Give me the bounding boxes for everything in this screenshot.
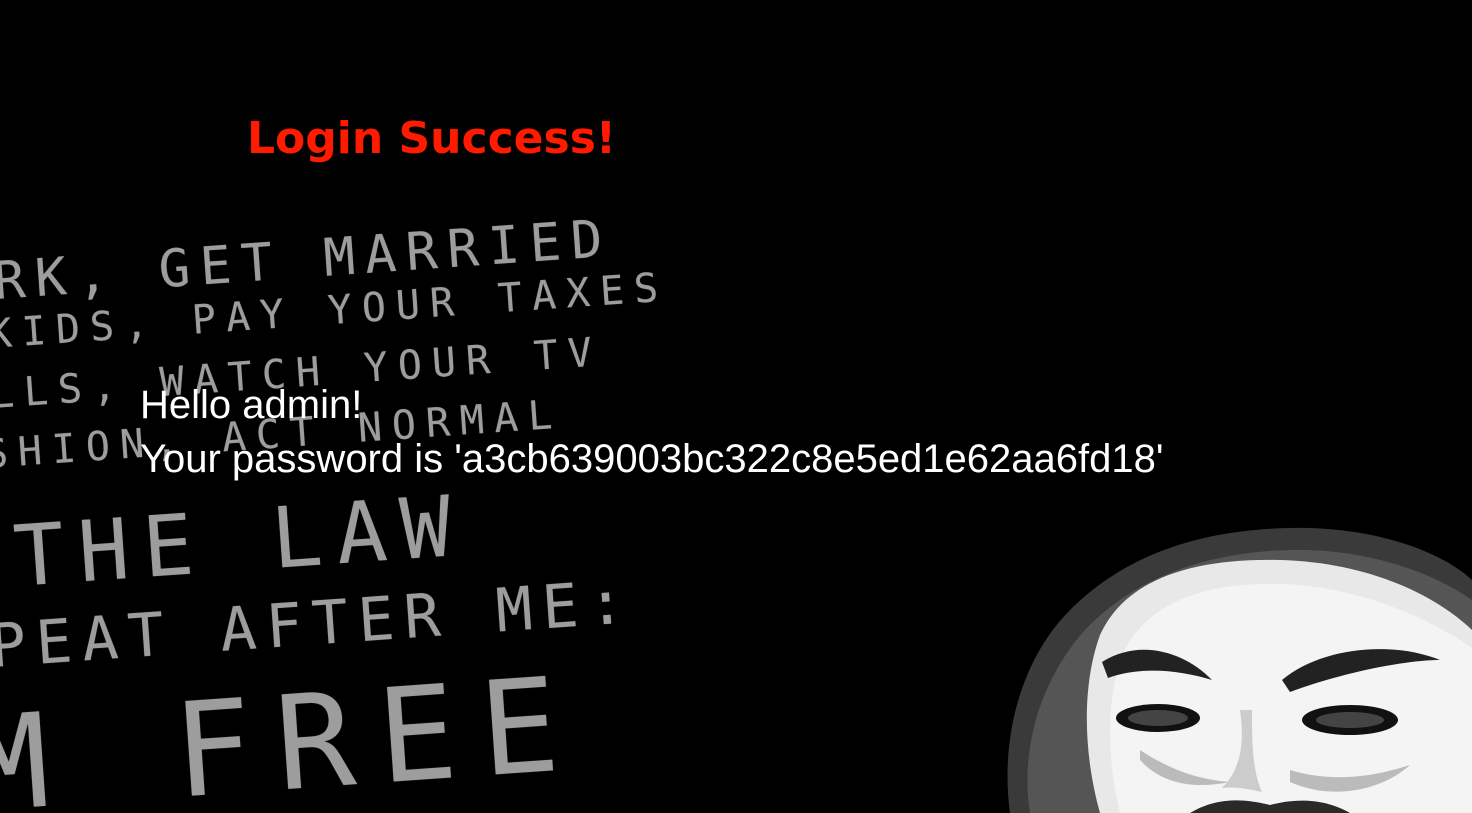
login-success-page: RK, GET MARRIED KIDS, PAY YOUR TAXES LLS…: [0, 0, 1472, 813]
poster-text-line: KIDS, PAY YOUR TAXES: [0, 264, 670, 358]
login-message: Hello admin! Your password is 'a3cb63900…: [140, 378, 1164, 486]
mask-illustration: [1007, 527, 1472, 813]
poster-text-line: THE LAW: [10, 476, 469, 606]
password-text: Your password is 'a3cb639003bc322c8e5ed1…: [140, 437, 1164, 481]
poster-text-line: RK, GET MARRIED: [0, 208, 615, 312]
poster-text-line: PEAT AFTER ME:: [0, 567, 637, 682]
greeting-text: Hello admin!: [140, 383, 363, 427]
page-title: Login Success!: [247, 113, 616, 164]
poster-text-line: M FREE: [0, 647, 588, 813]
